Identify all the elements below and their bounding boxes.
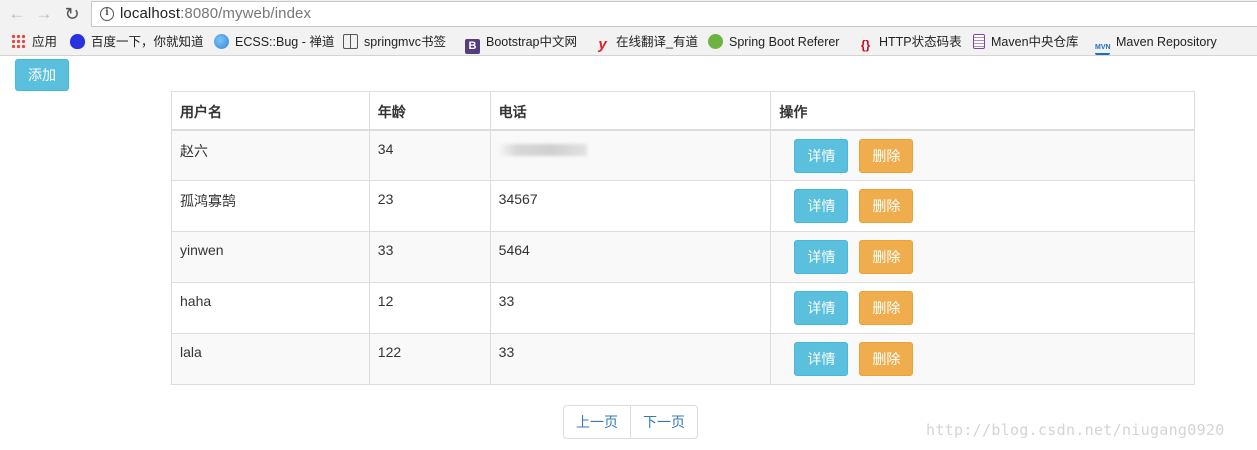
cell-actions: 详情 删除 (770, 129, 1195, 181)
bookmark-label: 百度一下，你就知道 (91, 35, 204, 49)
cell-phone (489, 129, 772, 181)
cell-phone: 33 (489, 282, 772, 334)
add-button[interactable]: 添加 (15, 59, 69, 91)
back-arrow-icon[interactable]: ← (6, 3, 28, 25)
cell-age: 34 (368, 129, 491, 181)
bookmark-youdao[interactable]: y 在线翻译_有道 (595, 33, 698, 52)
page-content: 添加 用户名 年龄 电话 操作 赵六 34 详情 删除 孤鸿寡鹄 23 3456… (0, 56, 1257, 450)
bookmark-springmvc[interactable]: springmvc书签 (343, 33, 446, 52)
cell-age: 33 (368, 231, 491, 283)
detail-button[interactable]: 详情 (794, 291, 849, 325)
bookmark-label: springmvc书签 (364, 35, 446, 49)
cell-actions: 详情 删除 (770, 231, 1195, 283)
cell-actions: 详情 删除 (770, 333, 1195, 385)
bookmark-http-status[interactable]: {} HTTP状态码表 (858, 33, 962, 52)
bookmark-bootstrap[interactable]: B Bootstrap中文网 (465, 33, 578, 54)
table-row: 赵六 34 详情 删除 (171, 129, 1195, 181)
bookmark-label: 应用 (32, 35, 58, 49)
delete-button[interactable]: 删除 (859, 189, 914, 223)
table-row: 孤鸿寡鹄 23 34567 详情 删除 (171, 180, 1195, 232)
reload-icon[interactable]: ↻ (61, 3, 83, 25)
column-header-username: 用户名 (171, 91, 370, 131)
cell-username: 孤鸿寡鹄 (171, 180, 370, 232)
delete-button[interactable]: 删除 (859, 138, 914, 173)
bookmark-label: Bootstrap中文网 (486, 35, 578, 49)
cell-phone: 33 (489, 333, 772, 385)
column-header-phone: 电话 (489, 91, 772, 131)
bookmark-apps[interactable]: 应用 (11, 33, 57, 52)
cell-username: haha (171, 282, 370, 334)
prev-page-link[interactable]: 上一页 (564, 406, 630, 438)
address-bar[interactable]: i localhost:8080/myweb/index (91, 1, 1257, 27)
browser-toolbar: ← → ↻ i localhost:8080/myweb/index (0, 0, 1257, 29)
delete-button[interactable]: 删除 (859, 240, 914, 274)
bookmark-maven-repository[interactable]: MVN Maven Repository (1095, 33, 1217, 55)
apps-icon (11, 34, 26, 49)
table-header-row: 用户名 年龄 电话 操作 (171, 91, 1195, 131)
cell-username: 赵六 (171, 129, 370, 181)
cell-actions: 详情 删除 (770, 180, 1195, 232)
bookmark-label: Maven中央仓库 (991, 35, 1079, 49)
bookmarks-bar: 应用 百度一下，你就知道 ECSS::Bug - 禅道 springmvc书签 … (0, 29, 1257, 56)
forward-arrow-icon[interactable]: → (33, 3, 55, 25)
zentao-icon (214, 34, 229, 49)
bootstrap-icon: B (465, 39, 480, 54)
detail-button[interactable]: 详情 (794, 138, 849, 173)
url-host: localhost (120, 5, 181, 22)
cell-age: 12 (368, 282, 491, 334)
bookmark-label: Maven Repository (1116, 35, 1217, 49)
cell-age: 23 (368, 180, 491, 232)
info-icon[interactable]: i (100, 7, 114, 21)
bookmark-label: 在线翻译_有道 (616, 35, 698, 49)
cell-actions: 详情 删除 (770, 282, 1195, 334)
users-table: 用户名 年龄 电话 操作 赵六 34 详情 删除 孤鸿寡鹄 23 34567 详情… (171, 91, 1195, 385)
column-header-actions: 操作 (770, 91, 1195, 131)
book-icon (343, 34, 358, 49)
detail-button[interactable]: 详情 (794, 240, 849, 274)
next-page-link[interactable]: 下一页 (630, 406, 697, 438)
detail-button[interactable]: 详情 (794, 189, 849, 223)
cell-phone: 5464 (489, 231, 772, 283)
detail-button[interactable]: 详情 (794, 342, 849, 376)
bookmark-maven-central[interactable]: Maven中央仓库 (973, 33, 1079, 52)
youdao-icon: y (598, 36, 607, 53)
bookmark-label: Spring Boot Referer (729, 35, 840, 49)
spring-icon (708, 34, 723, 49)
baidu-icon (70, 34, 85, 49)
cell-username: lala (171, 333, 370, 385)
delete-button[interactable]: 删除 (859, 291, 914, 325)
column-header-age: 年龄 (368, 91, 491, 131)
watermark: http://blog.csdn.net/niugang0920 (926, 421, 1225, 439)
table-row: yinwen 33 5464 详情 删除 (171, 231, 1195, 283)
table-row: lala 122 33 详情 删除 (171, 333, 1195, 385)
cell-phone: 34567 (489, 180, 772, 232)
braces-icon: {} (860, 38, 871, 52)
maven-doc-icon (973, 34, 985, 49)
table-row: haha 12 33 详情 删除 (171, 282, 1195, 334)
bookmark-label: HTTP状态码表 (879, 35, 962, 49)
pagination: 上一页 下一页 (563, 405, 698, 439)
bookmark-zentao[interactable]: ECSS::Bug - 禅道 (214, 33, 334, 52)
cell-username: yinwen (171, 231, 370, 283)
url-text: localhost:8080/myweb/index (120, 5, 311, 23)
bookmark-label: ECSS::Bug - 禅道 (235, 35, 335, 49)
bookmark-baidu[interactable]: 百度一下，你就知道 (70, 33, 204, 52)
cell-age: 122 (368, 333, 491, 385)
bookmark-spring-boot[interactable]: Spring Boot Referer (708, 33, 839, 52)
obscured-phone (498, 143, 587, 156)
url-path: :8080/myweb/index (180, 5, 312, 22)
delete-button[interactable]: 删除 (859, 342, 914, 376)
mvn-icon: MVN (1095, 40, 1111, 55)
